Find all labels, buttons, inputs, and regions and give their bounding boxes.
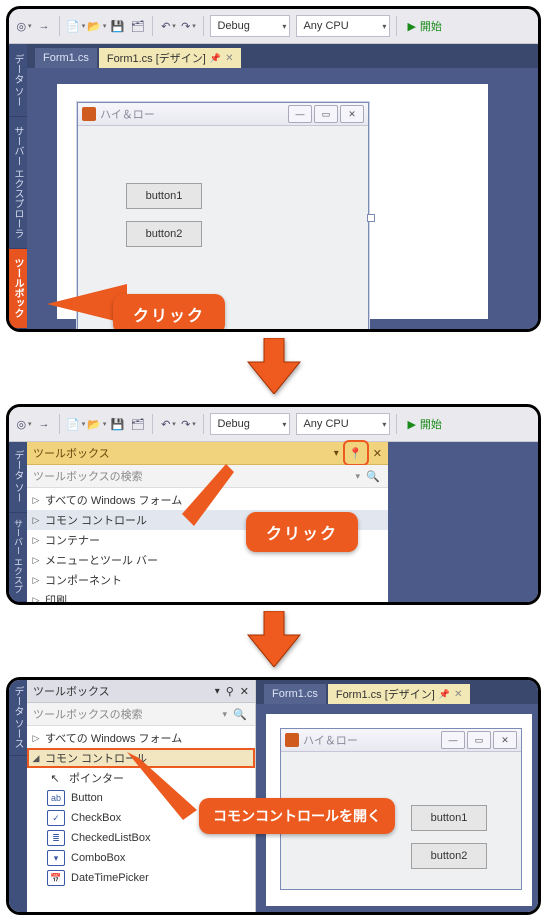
vtab-data-source[interactable]: データ ソース xyxy=(9,442,27,513)
start-debug-button[interactable]: ▶開始 xyxy=(407,18,441,34)
nav-back-button[interactable]: ▾ xyxy=(15,414,33,434)
toolbox-panel-docked: ツールボックス ▾ ⚲ ✕ ツールボックスの検索 🔍 ▾ ▷すべての Windo… xyxy=(27,680,256,912)
pin-icon[interactable]: 📌 xyxy=(210,53,221,64)
nav-back-button[interactable]: ▾ xyxy=(15,16,33,36)
item-pointer[interactable]: ↖ポインター xyxy=(27,768,255,788)
tab-form-design[interactable]: Form1.cs [デザイン] 📌 ✕ xyxy=(99,48,242,68)
open-file-button[interactable]: ▾ xyxy=(87,16,106,36)
callout-open-common: コモンコントロールを開く xyxy=(199,798,395,834)
close-toolbox-icon[interactable]: ✕ xyxy=(240,685,249,698)
new-file-button[interactable]: ▾ xyxy=(66,16,85,36)
maximize-button[interactable]: ▭ xyxy=(314,105,338,123)
item-combobox[interactable]: ▾ComboBox xyxy=(27,848,255,868)
document-tabs-3: Form1.cs Form1.cs [デザイン] 📌 ✕ xyxy=(256,680,538,704)
undo-button[interactable]: ▾ xyxy=(159,414,177,434)
form-button1[interactable]: button1 xyxy=(126,183,202,209)
item-datetimepicker[interactable]: 📅DateTimePicker xyxy=(27,868,255,888)
pin-icon[interactable]: ⚲ xyxy=(226,685,234,698)
open-file-button[interactable]: ▾ xyxy=(87,414,106,434)
toolbox-search[interactable]: ツールボックスの検索 🔍 ▾ xyxy=(27,465,388,488)
panel-step-3: データ ソース ツールボックス ▾ ⚲ ✕ ツールボックスの検索 🔍 ▾ ▷すべ… xyxy=(6,677,541,915)
group-common-controls[interactable]: ◢コモン コントロール xyxy=(27,748,255,768)
side-tabs-2: データ ソース サーバー エクスプロ xyxy=(9,442,27,602)
nav-forward-button[interactable] xyxy=(35,414,53,434)
vtab-toolbox[interactable]: ツールボックス xyxy=(9,249,27,329)
toolbox-title: ツールボックス xyxy=(33,445,110,461)
save-all-button[interactable] xyxy=(128,414,146,434)
config-combo[interactable]: Debug xyxy=(210,15,290,37)
undo-button[interactable]: ▾ xyxy=(159,16,177,36)
search-icon: 🔍 xyxy=(366,470,380,483)
minimize-button[interactable]: — xyxy=(441,731,465,749)
toolbox-search[interactable]: ツールボックスの検索 🔍 ▾ xyxy=(27,703,255,726)
maximize-button[interactable]: ▭ xyxy=(467,731,491,749)
config-combo[interactable]: Debug xyxy=(210,413,290,435)
platform-combo[interactable]: Any CPU xyxy=(296,15,390,37)
save-all-button[interactable] xyxy=(128,16,146,36)
redo-button[interactable]: ▾ xyxy=(179,414,197,434)
form-button2[interactable]: button2 xyxy=(411,843,487,869)
flow-arrow-1 xyxy=(6,338,541,394)
side-tabs-3: データ ソース xyxy=(9,680,27,912)
window-menu-icon[interactable]: ▾ xyxy=(215,686,220,697)
form-icon xyxy=(285,733,299,747)
search-placeholder: ツールボックスの検索 xyxy=(33,468,143,484)
tab-form-code[interactable]: Form1.cs xyxy=(35,48,97,68)
close-button[interactable]: ✕ xyxy=(340,105,364,123)
redo-button[interactable]: ▾ xyxy=(179,16,197,36)
form-button2[interactable]: button2 xyxy=(126,221,202,247)
pin-icon[interactable]: 📌 xyxy=(439,689,450,700)
flow-arrow-2 xyxy=(6,611,541,667)
vtab-server-explorer[interactable]: サーバー エクスプローラー xyxy=(9,117,27,248)
platform-combo[interactable]: Any CPU xyxy=(296,413,390,435)
save-button[interactable] xyxy=(108,16,126,36)
form-titlebar: ハイ＆ロー — ▭ ✕ xyxy=(78,103,368,126)
tab-form-code[interactable]: Form1.cs xyxy=(264,684,326,704)
group-all-windows-forms[interactable]: ▷すべての Windows フォーム xyxy=(27,490,388,510)
minimize-button[interactable]: — xyxy=(288,105,312,123)
callout-click-2: クリック xyxy=(246,512,358,552)
vtab-data-source[interactable]: データ ソース xyxy=(9,680,27,756)
side-tabs: データ ソース サーバー エクスプローラー ツールボックス xyxy=(9,44,27,329)
group-components[interactable]: ▷コンポーネント xyxy=(27,570,388,590)
close-button[interactable]: ✕ xyxy=(493,731,517,749)
nav-forward-button[interactable] xyxy=(35,16,53,36)
vtab-server-explorer[interactable]: サーバー エクスプロ xyxy=(9,513,27,603)
group-menus-toolbars[interactable]: ▷メニューとツール バー xyxy=(27,550,388,570)
close-toolbox-icon[interactable]: ✕ xyxy=(373,447,382,460)
group-all-windows-forms[interactable]: ▷すべての Windows フォーム xyxy=(27,728,255,748)
toolbox-title: ツールボックス xyxy=(33,683,110,699)
form-icon xyxy=(82,107,96,121)
window-menu-icon[interactable]: ▾ xyxy=(334,448,339,459)
search-icon: 🔍 xyxy=(233,708,247,721)
main-toolbar: ▾ ▾ ▾ ▾ ▾ Debug Any CPU ▶開始 xyxy=(9,9,538,44)
vtab-data-source[interactable]: データ ソース xyxy=(9,44,27,117)
main-toolbar-2: ▾ ▾ ▾ ▾ ▾ Debug Any CPU ▶開始 xyxy=(9,407,538,442)
new-file-button[interactable]: ▾ xyxy=(66,414,85,434)
form-titlebar: ハイ＆ロー — ▭ ✕ xyxy=(281,729,521,752)
form-title: ハイ＆ロー xyxy=(100,106,284,122)
autohide-pin-button[interactable]: 📍 xyxy=(345,442,367,464)
designer-surface[interactable]: ハイ＆ロー — ▭ ✕ button1 button2 xyxy=(57,84,488,319)
tab-form-design[interactable]: Form1.cs [デザイン] 📌 ✕ xyxy=(328,684,471,704)
panel-step-2: ▾ ▾ ▾ ▾ ▾ Debug Any CPU ▶開始 データ ソース サーバー… xyxy=(6,404,541,605)
close-tab-icon[interactable]: ✕ xyxy=(454,689,462,700)
designer-area-collapsed xyxy=(388,442,538,602)
form-button1[interactable]: button1 xyxy=(411,805,487,831)
document-tabs: Form1.cs Form1.cs [デザイン] 📌 ✕ xyxy=(27,44,538,68)
start-debug-button[interactable]: ▶開始 xyxy=(407,416,441,432)
save-button[interactable] xyxy=(108,414,126,434)
group-printing[interactable]: ▷印刷 xyxy=(27,590,388,605)
callout-click-1: クリック xyxy=(113,294,225,332)
toolbox-header: ツールボックス ▾ 📍 ✕ xyxy=(27,442,388,465)
panel-step-1: ▾ ▾ ▾ ▾ ▾ Debug Any CPU ▶開始 データ ソース サーバー… xyxy=(6,6,541,332)
close-tab-icon[interactable]: ✕ xyxy=(225,53,233,64)
